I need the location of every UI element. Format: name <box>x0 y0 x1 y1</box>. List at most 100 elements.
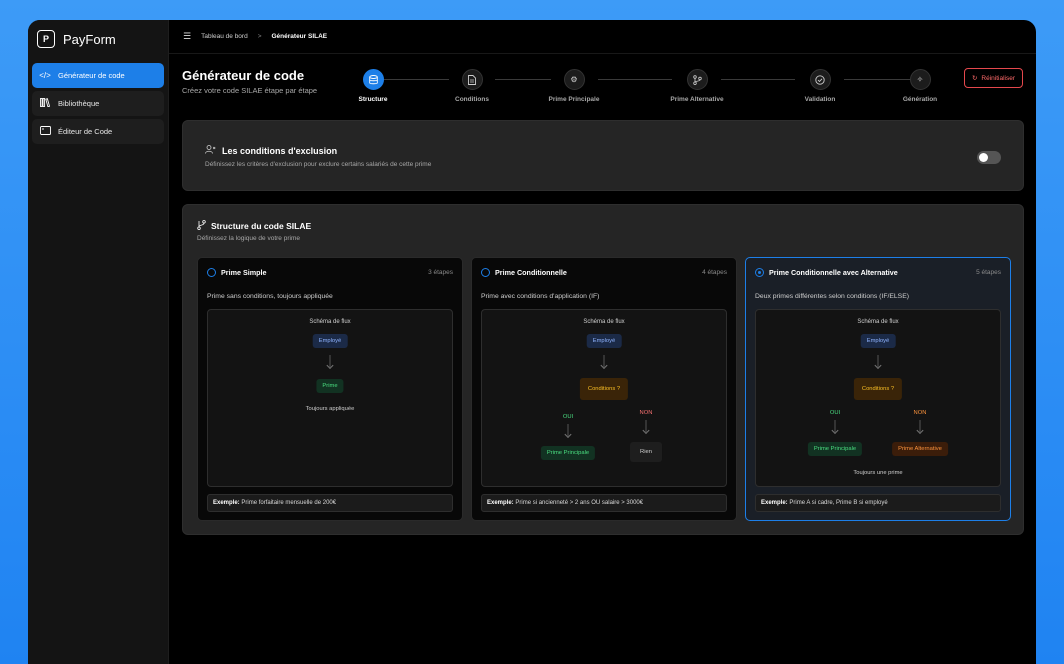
top-bar: ☰ Tableau de bord > Générateur SILAE <box>169 20 1036 54</box>
check-circle-icon <box>809 69 831 90</box>
card-example: Exemple: Prime forfaitaire mensuelle de … <box>207 494 453 512</box>
branch-yes-label: OUI <box>829 410 841 416</box>
reset-label: Réinitialiser <box>981 74 1015 82</box>
example-label: Exemple: <box>213 500 240 506</box>
card-steps-count: 3 étapes <box>428 269 453 276</box>
node-main-prime: Prime Principale <box>807 442 863 456</box>
sidebar-item-label: Bibliothèque <box>58 99 100 108</box>
branch-no-label: NON <box>913 410 927 416</box>
step-label: Prime Alternative <box>670 96 724 103</box>
card-header: Prime Conditionnelle 4 étapes <box>481 268 727 277</box>
step-label: Conditions <box>455 96 489 103</box>
structure-panel: Structure du code SILAE Définissez la lo… <box>182 204 1024 535</box>
example-text: Prime si ancienneté > 2 ans OU salaire >… <box>515 500 644 506</box>
structure-title-text: Structure du code SILAE <box>211 221 312 231</box>
node-employee: Employé <box>860 334 896 348</box>
flow-diagram: Schéma de flux Employé Conditions ? OUI … <box>755 309 1001 487</box>
card-radio[interactable] <box>481 268 490 277</box>
option-card-simple[interactable]: Prime Simple 3 étapes Prime sans conditi… <box>197 257 463 521</box>
card-description: Prime sans conditions, toujours appliqué… <box>207 293 333 300</box>
card-example: Exemple: Prime A si cadre, Prime B si em… <box>755 494 1001 512</box>
card-title: Prime Simple <box>207 268 267 277</box>
sidebar-item-label: Éditeur de Code <box>58 127 113 136</box>
step-validation[interactable]: Validation <box>785 69 855 103</box>
option-card-conditional-alternative[interactable]: Prime Conditionnelle avec Alternative 5 … <box>745 257 1011 521</box>
step-label: Validation <box>804 96 836 103</box>
step-label: Structure <box>358 96 388 103</box>
flow-diagram: Schéma de flux Employé Conditions ? OUI … <box>481 309 727 487</box>
menu-icon[interactable]: ☰ <box>183 31 191 42</box>
sidebar-item-code-editor[interactable]: Éditeur de Code <box>32 119 164 144</box>
node-main-prime: Prime Principale <box>540 446 596 460</box>
step-connector <box>598 79 672 80</box>
structure-title: Structure du code SILAE <box>197 220 311 232</box>
option-card-conditional[interactable]: Prime Conditionnelle 4 étapes Prime avec… <box>471 257 737 521</box>
editor-icon <box>39 126 51 137</box>
node-employee: Employé <box>586 334 622 348</box>
branch-no-label: NON <box>639 410 653 416</box>
stepper: Structure Conditions ⚙ Prime Principale … <box>169 69 1036 109</box>
sidebar-item-library[interactable]: Bibliothèque <box>32 91 164 116</box>
database-icon <box>362 69 384 90</box>
step-label: Prime Principale <box>548 96 600 103</box>
flow-arrow <box>329 355 331 367</box>
breadcrumb-home[interactable]: Tableau de bord <box>201 33 248 40</box>
structure-description: Définissez la logique de votre prime <box>197 235 300 242</box>
step-connector <box>721 79 795 80</box>
card-steps-count: 5 étapes <box>976 269 1001 276</box>
card-header: Prime Simple 3 étapes <box>207 268 453 277</box>
card-title-text: Prime Simple <box>221 268 267 277</box>
step-structure[interactable]: Structure <box>338 69 408 103</box>
card-description: Deux primes différentes selon conditions… <box>755 293 910 300</box>
app-name: PayForm <box>63 31 116 47</box>
flow-footer: Toujours appliquée <box>305 406 355 412</box>
flow-title: Schéma de flux <box>309 319 351 325</box>
flow-title: Schéma de flux <box>857 319 899 325</box>
exclusion-description: Définissez les critères d'exclusion pour… <box>205 161 432 168</box>
sidebar: P PayForm </> Générateur de code Bibliot… <box>28 20 169 664</box>
step-conditions[interactable]: Conditions <box>437 69 507 103</box>
card-description: Prime avec conditions d'application (IF) <box>481 293 600 300</box>
sparkles-icon: ✧ <box>909 69 931 90</box>
exclusion-title: Les conditions d'exclusion <box>205 145 337 156</box>
node-condition: Conditions ? <box>853 378 903 400</box>
step-label: Génération <box>902 96 938 103</box>
sidebar-item-code-generator[interactable]: </> Générateur de code <box>32 63 164 88</box>
card-title: Prime Conditionnelle avec Alternative <box>755 268 898 277</box>
flow-footer: Toujours une prime <box>853 470 903 476</box>
library-icon <box>39 98 51 109</box>
app-window: P PayForm </> Générateur de code Bibliot… <box>28 20 1036 664</box>
refresh-icon: ↻ <box>971 75 978 82</box>
reset-button[interactable]: ↻ Réinitialiser <box>963 68 1023 88</box>
flow-arrow <box>877 355 879 367</box>
card-title: Prime Conditionnelle <box>481 268 567 277</box>
exclusion-toggle[interactable] <box>977 151 1001 164</box>
flow-arrow <box>603 355 605 367</box>
exclusion-title-text: Les conditions d'exclusion <box>222 145 338 156</box>
exclusion-panel: Les conditions d'exclusion Définissez le… <box>182 120 1024 191</box>
branch-yes-label: OUI <box>562 414 574 420</box>
node-employee: Employé <box>312 334 348 348</box>
card-header: Prime Conditionnelle avec Alternative 5 … <box>755 268 1001 277</box>
main-content: ☰ Tableau de bord > Générateur SILAE Gén… <box>169 20 1036 664</box>
card-title-text: Prime Conditionnelle avec Alternative <box>769 268 898 277</box>
example-label: Exemple: <box>487 500 514 506</box>
example-label: Exemple: <box>761 500 788 506</box>
step-generation[interactable]: ✧ Génération <box>885 69 955 103</box>
step-alternative-prime[interactable]: Prime Alternative <box>662 69 732 103</box>
settings-icon: ⚙ <box>563 69 585 90</box>
node-none: Rien <box>630 442 662 462</box>
flow-title: Schéma de flux <box>583 319 625 325</box>
payform-logo-icon: P <box>37 30 55 48</box>
app-logo[interactable]: P PayForm <box>28 20 168 58</box>
flow-diagram: Schéma de flux Employé Prime Toujours ap… <box>207 309 453 487</box>
flow-arrow <box>645 420 647 432</box>
card-title-text: Prime Conditionnelle <box>495 268 567 277</box>
user-x-icon <box>205 145 216 156</box>
card-radio[interactable] <box>755 268 764 277</box>
card-example: Exemple: Prime si ancienneté > 2 ans OU … <box>481 494 727 512</box>
card-radio[interactable] <box>207 268 216 277</box>
step-main-prime[interactable]: ⚙ Prime Principale <box>539 69 609 103</box>
branch-icon <box>686 69 708 90</box>
flow-arrow <box>567 424 569 436</box>
